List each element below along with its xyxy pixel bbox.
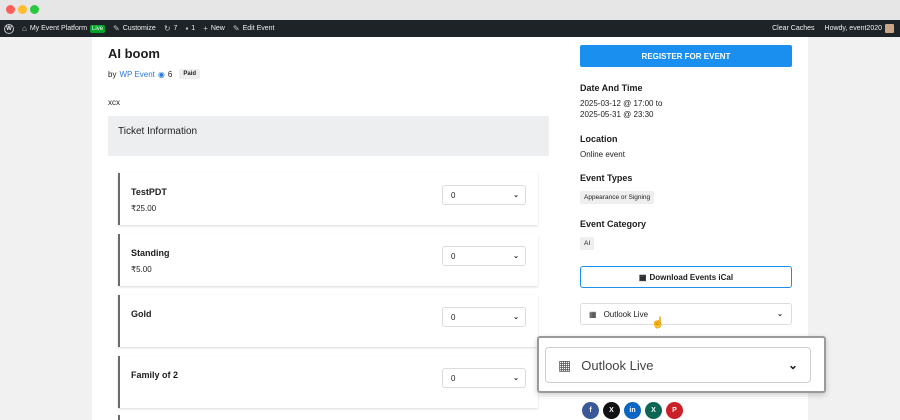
comment-icon: ▪ <box>185 24 189 33</box>
home-icon: ⌂ <box>22 24 27 33</box>
event-category-label: Event Category <box>580 219 647 229</box>
register-button[interactable]: REGISTER FOR EVENT <box>580 45 792 67</box>
wp-admin-bar: W ⌂ My Event Platform Live ✎ Customize ↻… <box>0 20 900 37</box>
minimize-window-button[interactable] <box>18 5 27 14</box>
xing-icon[interactable]: X <box>645 402 662 419</box>
live-badge: Live <box>90 24 106 33</box>
maximize-window-button[interactable] <box>30 5 39 14</box>
wordpress-logo-icon[interactable]: W <box>4 23 14 34</box>
event-description: xcx <box>108 98 120 107</box>
calendar-plus-icon: ▦ <box>589 309 597 319</box>
browser-chrome <box>0 0 900 20</box>
chevron-down-icon: ⌄ <box>513 192 519 199</box>
refresh-icon: ↻ <box>163 24 171 33</box>
calendar-provider-select-zoomed[interactable]: ▦ Outlook Live ⌄ <box>545 347 811 383</box>
calendar-plus-icon: ▦ <box>558 356 572 373</box>
customize-link[interactable]: ✎ Customize <box>113 24 156 33</box>
ticket-info-header: Ticket Information <box>108 116 549 156</box>
share-buttons: f X in X P <box>582 402 683 419</box>
quantity-select[interactable]: 0 ⌄ <box>442 185 526 205</box>
clear-caches-link[interactable]: Clear Caches <box>772 25 814 32</box>
date-label: Date And Time <box>580 83 643 93</box>
ticket-card: Family of 2 0 ⌄ <box>118 356 538 408</box>
pinterest-icon[interactable]: P <box>666 402 683 419</box>
chevron-down-icon: ⌄ <box>513 314 519 321</box>
ticket-name: Standing <box>131 248 170 258</box>
event-category-tag[interactable]: AI <box>580 237 595 250</box>
ticket-name: TestPDT <box>131 187 167 197</box>
quantity-select[interactable]: 0 ⌄ <box>442 246 526 266</box>
author-link[interactable]: WP Event <box>119 70 154 79</box>
ticket-card: Gold 0 ⌄ <box>118 295 538 347</box>
facebook-icon[interactable]: f <box>582 402 599 419</box>
hand-pointer-icon: ☝ <box>651 317 665 329</box>
ticket-card: TestPDT ₹25.00 0 ⌄ <box>118 173 538 225</box>
updates-link[interactable]: ↻ 7 <box>164 24 178 33</box>
edit-event-link[interactable]: ✎ Edit Event <box>233 24 275 33</box>
chevron-down-icon: ⌄ <box>787 358 798 372</box>
date-start: 2025-03-12 @ 17:00 to <box>580 99 663 108</box>
linkedin-icon[interactable]: in <box>624 402 641 419</box>
event-types-label: Event Types <box>580 173 633 183</box>
brush-icon: ✎ <box>113 24 120 33</box>
plus-icon: + <box>203 24 208 33</box>
x-icon[interactable]: X <box>603 402 620 419</box>
comments-link[interactable]: ▪ 1 <box>185 24 195 33</box>
paid-badge: Paid <box>179 69 200 79</box>
ticket-card: Standing ₹5.00 0 ⌄ <box>118 234 538 286</box>
page-title: AI boom <box>108 46 160 61</box>
close-window-button[interactable] <box>6 5 15 14</box>
quantity-select[interactable]: 0 ⌄ <box>442 368 526 388</box>
ticket-card-partial <box>118 415 538 420</box>
date-end: 2025-05-31 @ 23:30 <box>580 110 654 119</box>
zoom-callout: ▦ Outlook Live ⌄ <box>537 336 826 393</box>
user-account-menu[interactable]: Howdy, event2020 <box>825 25 882 32</box>
byline: by WP Event ◉ 6 Paid <box>108 69 200 79</box>
event-type-tag[interactable]: Appearance or Signing <box>580 191 655 204</box>
view-count: 6 <box>167 69 173 79</box>
calendar-provider-select[interactable]: ▦ Outlook Live ⌄ <box>580 303 792 325</box>
pencil-icon: ✎ <box>232 24 240 33</box>
eye-icon: ◉ <box>157 69 165 79</box>
ticket-info-title: Ticket Information <box>118 126 198 137</box>
chevron-down-icon: ⌄ <box>777 311 783 318</box>
chevron-down-icon: ⌄ <box>513 253 519 260</box>
download-ical-button[interactable]: ▦ Download Events iCal <box>580 266 792 288</box>
ticket-name: Gold <box>131 309 152 319</box>
chevron-down-icon: ⌄ <box>513 375 519 382</box>
ticket-name: Family of 2 <box>131 370 179 380</box>
ticket-price: ₹25.00 <box>131 204 157 213</box>
site-name-link[interactable]: ⌂ My Event Platform Live <box>22 24 106 33</box>
new-content-link[interactable]: + New <box>203 24 225 33</box>
quantity-select[interactable]: 0 ⌄ <box>442 307 526 327</box>
location-value: Online event <box>580 150 625 159</box>
ticket-price: ₹5.00 <box>131 265 152 274</box>
location-label: Location <box>580 134 618 144</box>
avatar[interactable] <box>885 24 894 33</box>
calendar-icon: ▦ <box>638 272 647 282</box>
